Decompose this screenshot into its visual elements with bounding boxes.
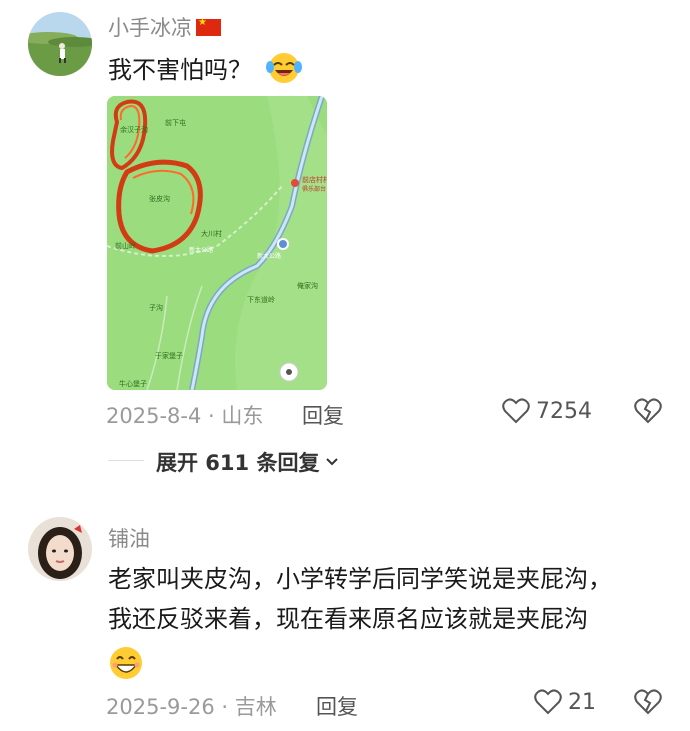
map-label-place11: 牛心堡子	[119, 379, 147, 388]
comment-meta: 2025-9-26 · 吉林	[106, 691, 277, 721]
comment-text: 老家叫夹皮沟，小学转学后同学笑说是夹屁沟， 我还反驳来着，现在看来原名应该就是夹…	[108, 559, 678, 685]
map-label-place10: 于家堡子	[155, 351, 183, 360]
map-label-road: 新太公路	[257, 252, 281, 260]
map-label-place5: 前山岭	[115, 241, 136, 250]
meta-separator: ·	[208, 404, 215, 428]
comment-date: 2025-8-4	[106, 404, 202, 428]
map-label-place3: 张皮沟	[149, 194, 170, 203]
comment-text: 我不害怕吗？	[108, 50, 302, 90]
avatar-landscape-image	[28, 12, 92, 76]
map-image[interactable]: 余汉子沟 前下屯 张皮沟 大川村 前山岭 新太公路 下东道岭 俺家沟 子沟 于家…	[107, 96, 327, 390]
username[interactable]: 铺油	[108, 523, 150, 553]
chevron-down-icon	[326, 458, 339, 466]
crying-laughing-emoji	[265, 53, 302, 83]
avatar-portrait-image	[28, 517, 92, 581]
heart-icon	[502, 398, 530, 424]
broken-heart-icon	[634, 398, 662, 424]
comment-text-line-2: 我还反驳来着，现在看来原名应该就是夹屁沟	[108, 605, 588, 633]
map-label-place7: 下东道岭	[247, 295, 275, 304]
comment-1: 小手冰凉 我不害怕吗？	[0, 0, 690, 500]
expand-replies-button[interactable]: 展开 611 条回复	[156, 447, 339, 477]
map-label-place8: 俺家沟	[297, 281, 318, 290]
comment-location: 山东	[221, 404, 264, 428]
map-label-poi-sub: 俱乐部台	[302, 185, 326, 193]
heart-icon	[534, 689, 562, 715]
username-text[interactable]: 小手冰凉	[108, 16, 192, 40]
map-label-place6: 新太公路	[189, 246, 213, 254]
china-flag-icon	[196, 17, 221, 36]
meta-separator: ·	[221, 695, 229, 719]
comment-2: 铺油 老家叫夹皮沟，小学转学后同学笑说是夹屁沟， 我还反驳来着，现在看来原名应该…	[0, 505, 690, 731]
broken-heart-icon	[634, 689, 662, 715]
map-label-place1: 余汉子沟	[120, 125, 148, 134]
map-label-poi: 前店村村	[302, 175, 327, 184]
like-button[interactable]: 21	[534, 689, 596, 715]
map-label-place2: 前下屯	[165, 118, 186, 127]
dislike-button[interactable]	[634, 398, 662, 428]
comment-text-line-1: 老家叫夹皮沟，小学转学后同学笑说是夹屁沟，	[108, 565, 612, 593]
like-count: 7254	[536, 398, 592, 424]
expand-replies-label[interactable]: 展开 611 条回复	[156, 447, 319, 477]
comment-date: 2025-9-26	[106, 695, 215, 719]
avatar[interactable]	[28, 517, 92, 581]
reply-button[interactable]: 回复	[316, 691, 358, 721]
dislike-button[interactable]	[634, 689, 662, 719]
username[interactable]: 小手冰凉	[108, 12, 221, 42]
map-label-place4: 大川村	[201, 229, 222, 238]
reply-button[interactable]: 回复	[302, 400, 344, 430]
like-button[interactable]: 7254	[502, 398, 592, 424]
map-label-place9: 子沟	[149, 303, 163, 312]
avatar[interactable]	[28, 12, 92, 76]
grinning-emoji	[110, 647, 142, 679]
comment-location: 吉林	[234, 695, 277, 719]
expand-divider	[108, 460, 144, 461]
map-svg: 余汉子沟 前下屯 张皮沟 大川村 前山岭 新太公路 下东道岭 俺家沟 子沟 于家…	[107, 96, 327, 390]
comment-text-content: 我不害怕吗？	[108, 56, 252, 84]
comment-meta: 2025-8-4 · 山东	[106, 400, 263, 430]
like-count: 21	[568, 689, 596, 715]
